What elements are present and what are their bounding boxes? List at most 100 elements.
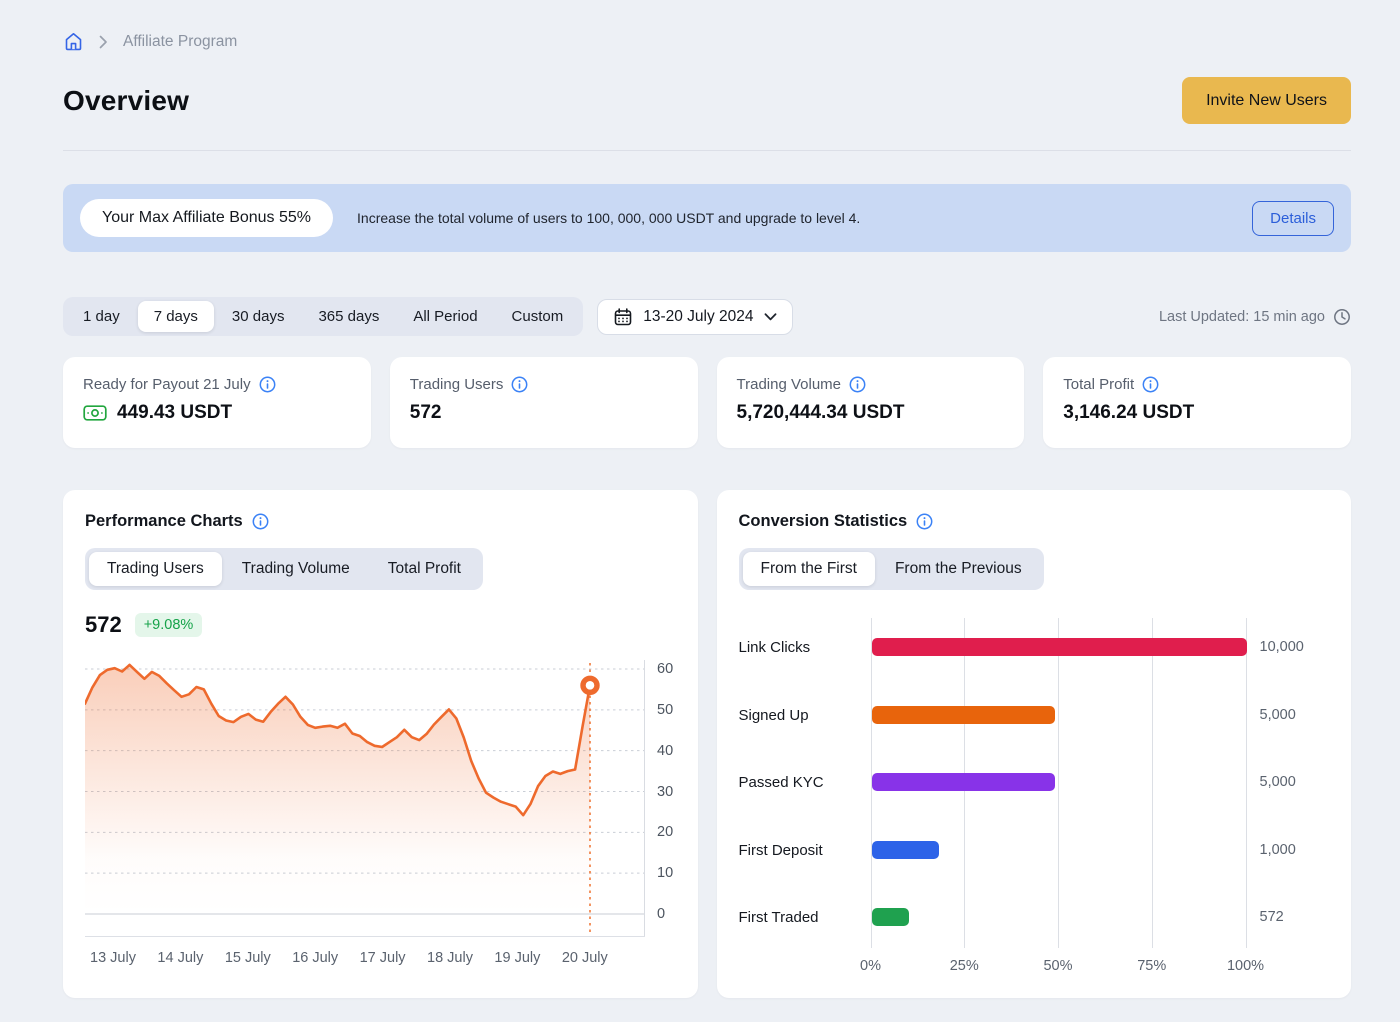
- stat-label: Trading Users: [410, 376, 504, 393]
- stat-value: 3,146.24 USDT: [1063, 402, 1194, 424]
- page-title: Overview: [63, 85, 189, 117]
- bar-value-label: 5,000: [1260, 774, 1296, 790]
- info-icon[interactable]: [1142, 376, 1159, 393]
- chevron-right-icon: [99, 35, 108, 49]
- invite-new-users-button[interactable]: Invite New Users: [1182, 77, 1351, 124]
- x-tick-label: 18 July: [427, 950, 473, 966]
- range-segmented-control: 1 day 7 days 30 days 365 days All Period…: [63, 297, 583, 336]
- x-tick-label: 100%: [1227, 958, 1264, 974]
- info-icon[interactable]: [849, 376, 866, 393]
- y-tick-label: 50: [657, 702, 673, 718]
- last-updated-text: Last Updated: 15 min ago: [1159, 309, 1325, 325]
- range-7-days[interactable]: 7 days: [138, 301, 214, 332]
- tab-from-the-first[interactable]: From the First: [743, 552, 875, 586]
- stat-value: 572: [410, 402, 442, 424]
- performance-tabs: Trading Users Trading Volume Total Profi…: [85, 548, 483, 590]
- stat-card-total-profit: Total Profit 3,146.24 USDT: [1043, 357, 1351, 448]
- bar-row-passed-kyc: Passed KYC 5,000: [739, 772, 1330, 792]
- performance-current-value: 572: [85, 612, 122, 638]
- range-1-day[interactable]: 1 day: [67, 301, 136, 332]
- bar-category-label: Passed KYC: [739, 774, 871, 791]
- breadcrumb: Affiliate Program: [63, 0, 1351, 52]
- y-tick-label: 40: [657, 743, 673, 759]
- bar-first-traded: [872, 908, 910, 926]
- stat-label: Ready for Payout 21 July: [83, 376, 251, 393]
- y-tick-label: 0: [657, 906, 665, 922]
- date-range-picker[interactable]: 13-20 July 2024: [597, 299, 792, 335]
- page: Affiliate Program Overview Invite New Us…: [0, 0, 1400, 998]
- x-tick-label: 14 July: [157, 950, 203, 966]
- bonus-message: Increase the total volume of users to 10…: [357, 210, 860, 226]
- x-tick-label: 20 July: [562, 950, 608, 966]
- tab-trading-users[interactable]: Trading Users: [89, 552, 222, 586]
- line-chart-y-axis: 0102030405060: [657, 660, 697, 937]
- info-icon[interactable]: [259, 376, 276, 393]
- details-button[interactable]: Details: [1252, 201, 1334, 236]
- tab-total-profit[interactable]: Total Profit: [370, 552, 479, 586]
- range-custom[interactable]: Custom: [496, 301, 580, 332]
- range-all-period[interactable]: All Period: [397, 301, 493, 332]
- trading-users-line-chart[interactable]: 0102030405060: [85, 660, 645, 937]
- x-tick-label: 16 July: [292, 950, 338, 966]
- conversion-title: Conversion Statistics: [739, 512, 908, 531]
- bar-category-label: Link Clicks: [739, 639, 871, 656]
- date-range-value: 13-20 July 2024: [643, 308, 753, 326]
- stats-row: Ready for Payout 21 July 449.43 USDT T: [63, 357, 1351, 448]
- info-icon[interactable]: [916, 513, 933, 530]
- home-icon[interactable]: [63, 31, 84, 52]
- stat-card-trading-users: Trading Users 572: [390, 357, 698, 448]
- tab-from-the-previous[interactable]: From the Previous: [877, 552, 1040, 586]
- tab-trading-volume[interactable]: Trading Volume: [224, 552, 368, 586]
- header-divider: [63, 150, 1351, 151]
- performance-change-badge: +9.08%: [135, 613, 203, 637]
- stat-label: Total Profit: [1063, 376, 1134, 393]
- bar-row-first-traded: First Traded 572: [739, 907, 1330, 927]
- x-tick-label: 50%: [1043, 958, 1072, 974]
- conversion-bar-chart: Link Clicks 10,000 Signed Up 5,000 Passe…: [739, 618, 1330, 993]
- bar-passed-kyc: [872, 773, 1056, 791]
- line-chart-x-axis: 13 July14 July15 July16 July17 July18 Ju…: [85, 950, 645, 970]
- bar-category-label: First Deposit: [739, 842, 871, 859]
- y-tick-label: 30: [657, 784, 673, 800]
- stat-value: 449.43 USDT: [117, 402, 232, 424]
- stat-card-trading-volume: Trading Volume 5,720,444.34 USDT: [717, 357, 1025, 448]
- y-tick-label: 10: [657, 865, 673, 881]
- bar-category-label: First Traded: [739, 909, 871, 926]
- chevron-down-icon: [764, 313, 777, 321]
- x-tick-label: 25%: [950, 958, 979, 974]
- stat-value: 5,720,444.34 USDT: [737, 402, 905, 424]
- bar-row-signed-up: Signed Up 5,000: [739, 705, 1330, 725]
- main-panels: Performance Charts Trading Users Trading…: [63, 490, 1351, 998]
- bar-row-link-clicks: Link Clicks 10,000: [739, 637, 1330, 657]
- breadcrumb-section[interactable]: Affiliate Program: [123, 33, 237, 51]
- banknote-icon: [83, 404, 107, 422]
- info-icon[interactable]: [511, 376, 528, 393]
- x-tick-label: 15 July: [225, 950, 271, 966]
- bar-value-label: 10,000: [1260, 639, 1304, 655]
- x-tick-label: 75%: [1137, 958, 1166, 974]
- y-tick-label: 20: [657, 824, 673, 840]
- range-365-days[interactable]: 365 days: [302, 301, 395, 332]
- last-updated: Last Updated: 15 min ago: [1159, 308, 1351, 326]
- x-tick-label: 0%: [860, 958, 881, 974]
- range-30-days[interactable]: 30 days: [216, 301, 301, 332]
- affiliate-bonus-banner: Your Max Affiliate Bonus 55% Increase th…: [63, 184, 1351, 252]
- bar-value-label: 5,000: [1260, 707, 1296, 723]
- calendar-icon: [613, 307, 633, 327]
- info-icon[interactable]: [252, 513, 269, 530]
- bar-signed-up: [872, 706, 1056, 724]
- conversion-tabs: From the First From the Previous: [739, 548, 1044, 590]
- stat-card-ready-for-payout: Ready for Payout 21 July 449.43 USDT: [63, 357, 371, 448]
- performance-charts-panel: Performance Charts Trading Users Trading…: [63, 490, 698, 998]
- performance-title: Performance Charts: [85, 512, 243, 531]
- conversion-statistics-panel: Conversion Statistics From the First Fro…: [717, 490, 1352, 998]
- bonus-pill: Your Max Affiliate Bonus 55%: [80, 199, 333, 237]
- bar-category-label: Signed Up: [739, 707, 871, 724]
- chart-highlight-marker: [583, 678, 597, 692]
- bar-value-label: 1,000: [1260, 842, 1296, 858]
- bar-value-label: 572: [1260, 909, 1284, 925]
- x-tick-label: 13 July: [90, 950, 136, 966]
- bar-link-clicks: [872, 638, 1247, 656]
- x-tick-label: 19 July: [494, 950, 540, 966]
- bar-row-first-deposit: First Deposit 1,000: [739, 840, 1330, 860]
